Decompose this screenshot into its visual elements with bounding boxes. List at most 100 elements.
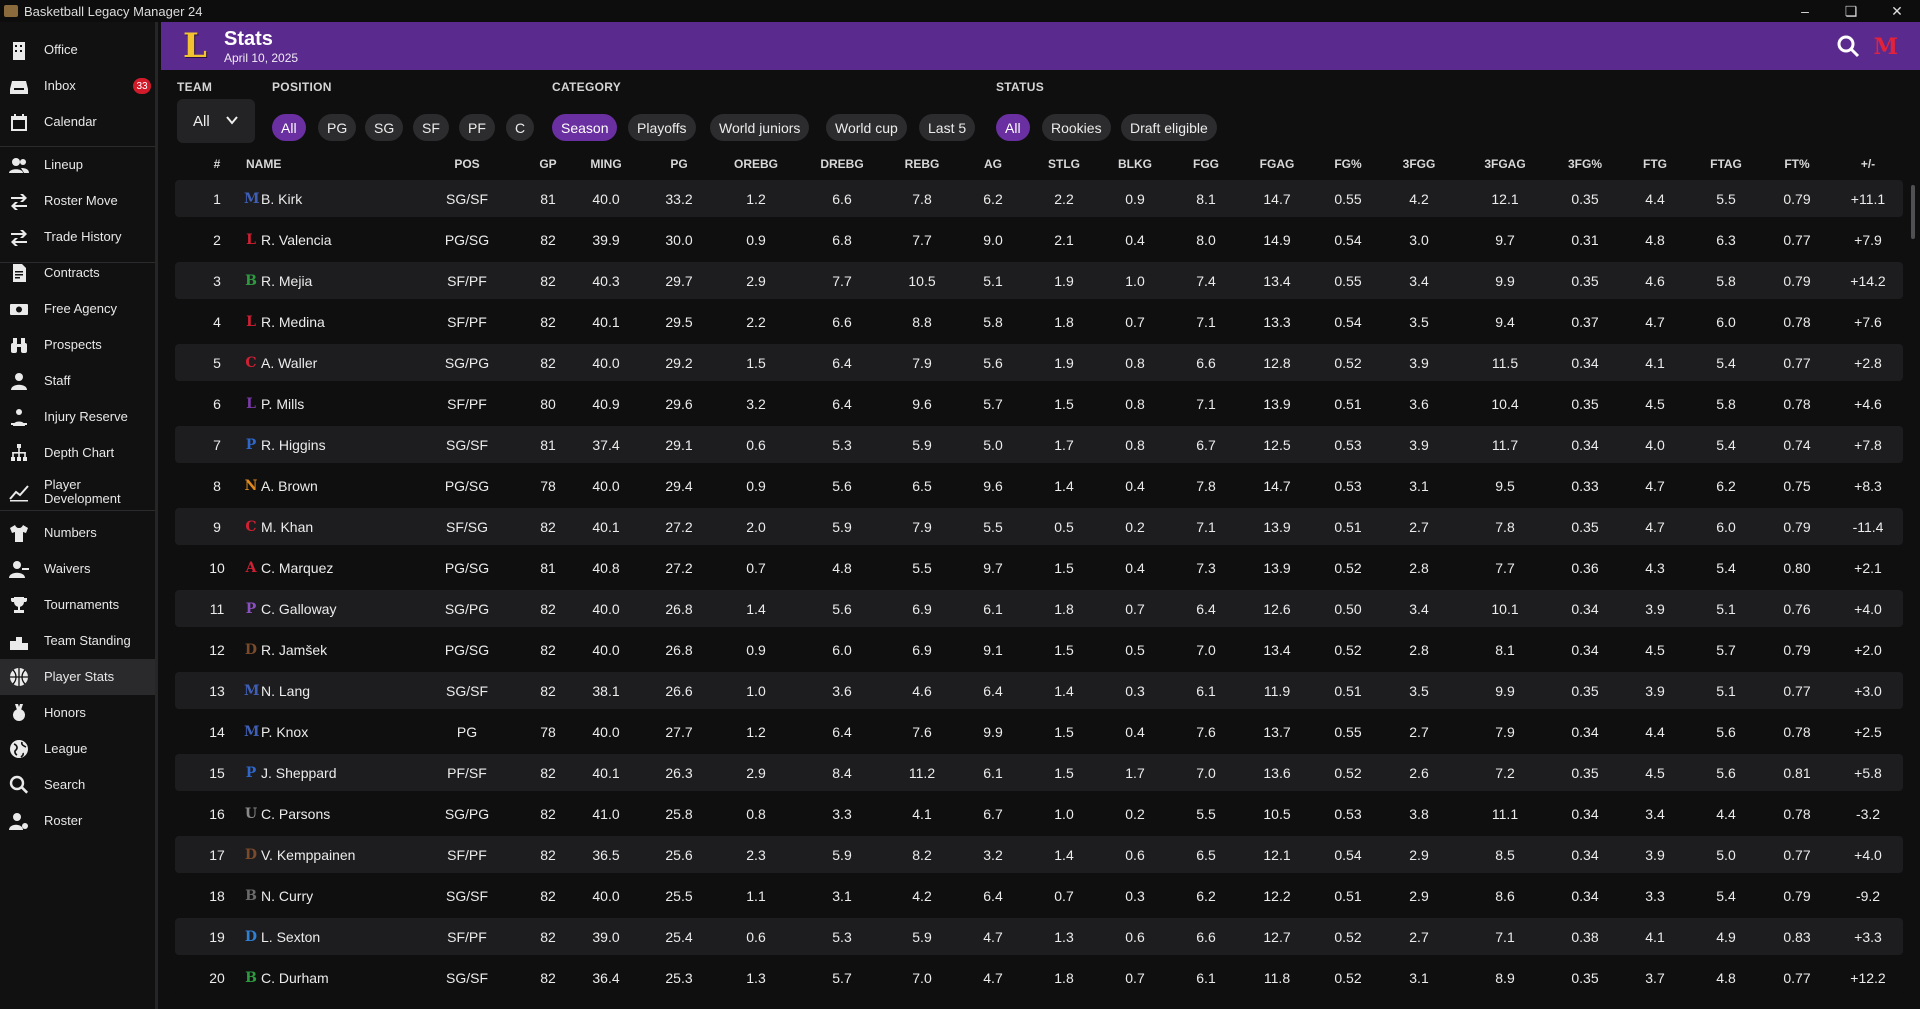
sidebar-item-team-standing[interactable]: Team Standing (0, 623, 155, 659)
player-name-cell[interactable]: D V. Kemppainen (244, 847, 356, 863)
column-header-blkg[interactable]: BLKG (1095, 157, 1175, 171)
table-row[interactable]: 19 D L. Sexton SF/PF 82 39.0 25.4 0.6 5.3 5.9 4.7 1… (175, 918, 1903, 955)
player-name[interactable]: C. Parsons (261, 806, 330, 822)
league-logo[interactable]: M (1874, 34, 1898, 60)
player-name[interactable]: R. Jamšek (261, 642, 327, 658)
player-name[interactable]: N. Lang (261, 683, 310, 699)
player-name[interactable]: M. Khan (261, 519, 313, 535)
player-name[interactable]: P. Mills (261, 396, 304, 412)
sidebar-item-trade-history[interactable]: Trade History (0, 219, 155, 255)
column-header-orebg[interactable]: OREBG (716, 157, 796, 171)
restore-icon[interactable]: ❏ (1828, 0, 1874, 22)
table-row[interactable]: 8 N A. Brown PG/SG 78 40.0 29.4 0.9 5.6 6.5 9.6 1.4… (175, 467, 1903, 504)
player-name-cell[interactable]: M N. Lang (244, 683, 310, 699)
position-chip-sf[interactable]: SF (413, 114, 449, 141)
column-header-tfgag[interactable]: 3FGAG (1465, 157, 1545, 171)
sidebar-item-roster[interactable]: Roster (0, 803, 155, 839)
status-chip-rookies[interactable]: Rookies (1042, 114, 1111, 141)
column-header-pg[interactable]: PG (639, 157, 719, 171)
team-select[interactable]: All (177, 99, 255, 143)
table-row[interactable]: 12 D R. Jamšek PG/SG 82 40.0 26.8 0.9 6.0 6.9 9.1 1… (175, 631, 1903, 668)
table-row[interactable]: 5 C A. Waller SG/PG 82 40.0 29.2 1.5 6.4 7.9 5.6 1.… (175, 344, 1903, 381)
position-chip-pg[interactable]: PG (318, 114, 357, 141)
player-name[interactable]: R. Mejia (261, 273, 312, 289)
sidebar-item-office[interactable]: Office (0, 32, 155, 68)
player-name[interactable]: A. Brown (261, 478, 318, 494)
sidebar-item-honors[interactable]: Honors (0, 695, 155, 731)
status-chip-draft-eligible[interactable]: Draft eligible (1121, 114, 1217, 141)
column-header-fgp[interactable]: FG% (1308, 157, 1388, 171)
player-name-cell[interactable]: M P. Knox (244, 724, 308, 740)
player-name-cell[interactable]: L R. Medina (244, 314, 325, 330)
player-name[interactable]: R. Higgins (261, 437, 326, 453)
category-chip-last-5[interactable]: Last 5 (919, 114, 976, 141)
column-header-drebg[interactable]: DREBG (802, 157, 882, 171)
player-name-cell[interactable]: L P. Mills (244, 396, 304, 412)
table-scrollbar[interactable] (1911, 185, 1915, 239)
player-name-cell[interactable]: B N. Curry (244, 888, 313, 904)
table-row[interactable]: 16 U C. Parsons SG/PG 82 41.0 25.8 0.8 3.3 4.1 6.7… (175, 795, 1903, 832)
player-name[interactable]: R. Medina (261, 314, 325, 330)
player-name-cell[interactable]: C M. Khan (244, 519, 313, 535)
column-header-ftg[interactable]: FTG (1615, 157, 1695, 171)
player-name[interactable]: C. Durham (261, 970, 329, 986)
sidebar-item-staff[interactable]: Staff (0, 363, 155, 399)
sidebar-item-inbox[interactable]: Inbox 33 (0, 68, 155, 104)
position-chip-all[interactable]: All (272, 114, 306, 141)
column-header-ftag[interactable]: FTAG (1686, 157, 1766, 171)
player-name[interactable]: C. Marquez (261, 560, 333, 576)
player-name-cell[interactable]: U C. Parsons (244, 806, 330, 822)
table-row[interactable]: 7 P R. Higgins SG/SF 81 37.4 29.1 0.6 5.3 5.9 5.0 1… (175, 426, 1903, 463)
player-name-cell[interactable]: P R. Higgins (244, 437, 326, 453)
column-header-ag[interactable]: AG (953, 157, 1033, 171)
sidebar-item-player-stats[interactable]: Player Stats (0, 659, 155, 695)
position-chip-pf[interactable]: PF (459, 114, 495, 141)
table-row[interactable]: 15 P J. Sheppard PF/SF 82 40.1 26.3 2.9 8.4 11.2 6… (175, 754, 1903, 791)
player-name[interactable]: V. Kemppainen (261, 847, 355, 863)
table-row[interactable]: 18 B N. Curry SG/SF 82 40.0 25.5 1.1 3.1 4.2 6.4 0.… (175, 877, 1903, 914)
table-row[interactable]: 4 L R. Medina SF/PF 82 40.1 29.5 2.2 6.6 8.8 5.8 1.… (175, 303, 1903, 340)
sidebar-item-search[interactable]: Search (0, 767, 155, 803)
player-name[interactable]: N. Curry (261, 888, 313, 904)
player-name-cell[interactable]: P C. Galloway (244, 601, 337, 617)
player-name-cell[interactable]: L R. Valencia (244, 232, 332, 248)
sidebar-item-prospects[interactable]: Prospects (0, 327, 155, 363)
sidebar-item-waivers[interactable]: Waivers (0, 551, 155, 587)
status-chip-all[interactable]: All (996, 114, 1030, 141)
search-icon[interactable] (1836, 34, 1860, 58)
table-row[interactable]: 9 C M. Khan SF/SG 82 40.1 27.2 2.0 5.9 7.9 5.5 0.5 0… (175, 508, 1903, 545)
player-name-cell[interactable]: C A. Waller (244, 355, 317, 371)
column-header-fgg[interactable]: FGG (1166, 157, 1246, 171)
column-header-name[interactable]: NAME (246, 157, 281, 171)
table-row[interactable]: 10 A C. Marquez PG/SG 81 40.8 27.2 0.7 4.8 5.5 9.7… (175, 549, 1903, 586)
player-name[interactable]: R. Valencia (261, 232, 332, 248)
sidebar-item-calendar[interactable]: Calendar (0, 104, 155, 140)
table-row[interactable]: 1 M B. Kirk SG/SF 81 40.0 33.2 1.2 6.6 7.8 6.2 2.2 0… (175, 180, 1903, 217)
player-name-cell[interactable]: D R. Jamšek (244, 642, 327, 658)
column-header-pm[interactable]: +/- (1828, 157, 1903, 171)
player-name[interactable]: J. Sheppard (261, 765, 337, 781)
column-header-tfgp[interactable]: 3FG% (1545, 157, 1625, 171)
position-chip-c[interactable]: C (506, 114, 535, 141)
sidebar-item-lineup[interactable]: Lineup (0, 147, 155, 183)
table-row[interactable]: 6 L P. Mills SF/PF 80 40.9 29.6 3.2 6.4 9.6 5.7 1.5… (175, 385, 1903, 422)
sidebar-item-league[interactable]: League (0, 731, 155, 767)
player-name[interactable]: L. Sexton (261, 929, 320, 945)
category-chip-world-cup[interactable]: World cup (826, 114, 907, 141)
category-chip-playoffs[interactable]: Playoffs (628, 114, 696, 141)
sidebar-item-numbers[interactable]: Numbers (0, 515, 155, 551)
player-name-cell[interactable]: A C. Marquez (244, 560, 334, 576)
sidebar-item-roster-move[interactable]: Roster Move (0, 183, 155, 219)
column-header-pos[interactable]: POS (427, 157, 507, 171)
sidebar-item-free-agency[interactable]: Free Agency (0, 291, 155, 327)
table-row[interactable]: 2 L R. Valencia PG/SG 82 39.9 30.0 0.9 6.8 7.7 9.0… (175, 221, 1903, 258)
team-logo[interactable]: L (178, 26, 212, 66)
sidebar-item-contracts[interactable]: Contracts (0, 255, 155, 291)
minimize-icon[interactable]: – (1782, 0, 1828, 22)
player-name-cell[interactable]: M B. Kirk (244, 191, 302, 207)
player-name[interactable]: C. Galloway (261, 601, 336, 617)
sidebar-item-player-development[interactable]: Player Development (0, 474, 155, 510)
column-header-rebg[interactable]: REBG (882, 157, 962, 171)
table-row[interactable]: 20 B C. Durham SG/SF 82 36.4 25.3 1.3 5.7 7.0 4.7 1… (175, 959, 1903, 996)
column-header-tfgg[interactable]: 3FGG (1379, 157, 1459, 171)
